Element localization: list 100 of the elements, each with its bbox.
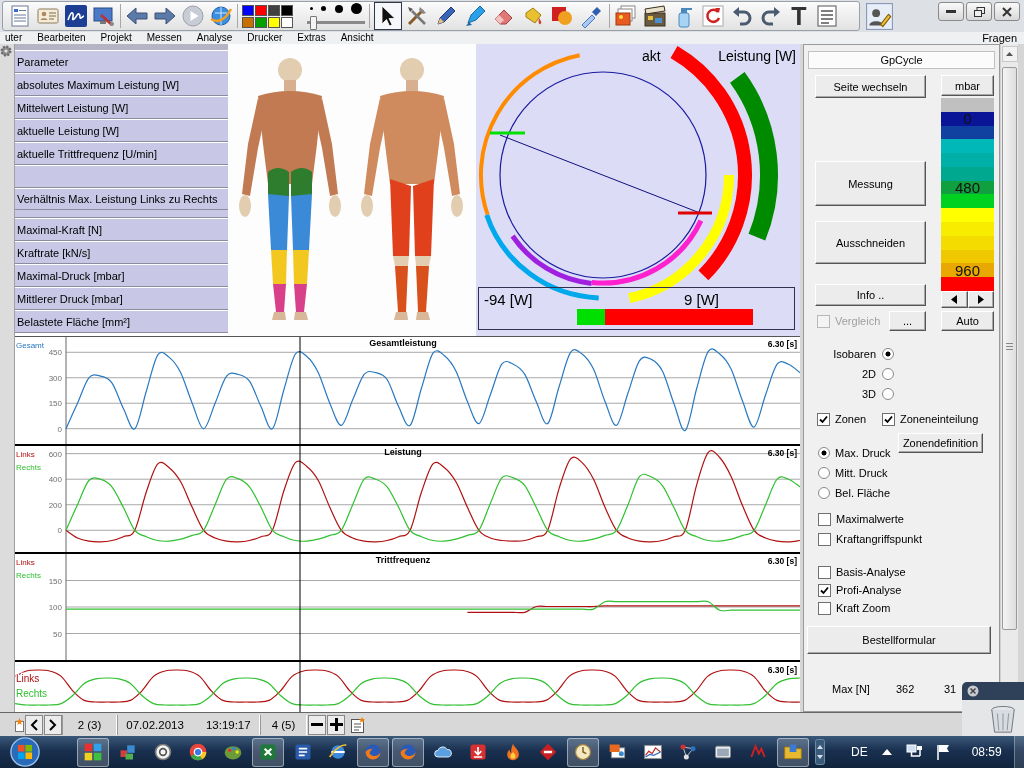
checkbox[interactable] <box>818 532 831 546</box>
clapperboard-icon[interactable] <box>643 4 667 28</box>
previous-button[interactable] <box>25 714 43 735</box>
menu-item[interactable]: uter <box>5 32 23 44</box>
flag-icon[interactable] <box>935 744 950 760</box>
line-width-dot-icon[interactable] <box>351 3 362 14</box>
color-swatch[interactable] <box>242 16 254 28</box>
slider-thumb[interactable] <box>309 15 317 30</box>
radio-label: 2D <box>861 368 876 380</box>
checkbox[interactable] <box>882 412 895 426</box>
refresh-icon[interactable] <box>701 4 725 28</box>
radio-button[interactable] <box>818 467 830 479</box>
tool-button[interactable] <box>374 2 402 30</box>
radio-button[interactable] <box>818 447 830 459</box>
minus-button[interactable] <box>308 714 326 735</box>
globe-icon[interactable] <box>209 4 233 28</box>
color-swatch[interactable] <box>268 16 280 28</box>
parameter-cell: Belastete Fläche [mm²] <box>15 310 228 333</box>
restore-button[interactable] <box>966 2 992 21</box>
show-desktop-button[interactable] <box>1014 736 1024 768</box>
clock-time[interactable]: 08:59 <box>971 745 1002 759</box>
line-width-dot-icon[interactable] <box>334 4 343 13</box>
menu-item[interactable]: Drucker <box>247 32 283 44</box>
panel-title: GpCycle <box>808 51 995 69</box>
document-lines-icon[interactable] <box>815 4 839 28</box>
y-tick-label: 400 <box>48 475 62 485</box>
gear-icon[interactable] <box>0 45 12 57</box>
menu-item[interactable]: Projekt <box>100 32 132 44</box>
scrollbar-thumb[interactable] <box>1002 67 1017 630</box>
legend-label: Links <box>16 450 35 459</box>
chart-title: Gesamtleistung <box>369 338 437 348</box>
line-width-dot-icon[interactable] <box>321 6 327 11</box>
measure-button[interactable]: Messung <box>815 161 926 206</box>
menu-item[interactable]: Extras <box>297 32 326 44</box>
color-swatch[interactable] <box>255 4 267 16</box>
menu-item[interactable]: Fragen <box>982 32 1017 44</box>
y-tick-label: 100 <box>48 603 62 612</box>
chevron-right-icon <box>49 718 57 731</box>
forward-arrow-icon[interactable] <box>153 4 177 28</box>
parameter-cell: aktuelle Leistung [W] <box>15 119 228 142</box>
radio-button[interactable] <box>818 487 830 499</box>
unit-button[interactable]: mbar <box>941 75 994 96</box>
taskbar-button[interactable] <box>567 737 599 767</box>
start-orb-icon[interactable] <box>8 737 42 767</box>
back-arrow-icon[interactable] <box>125 4 149 28</box>
recycle-bin-icon[interactable] <box>990 706 1016 734</box>
next-button[interactable] <box>44 714 62 735</box>
checkbox[interactable] <box>817 412 830 426</box>
radio-button[interactable] <box>882 348 894 360</box>
zone-definition-button[interactable]: Zonendefinition <box>898 433 983 453</box>
signature-icon[interactable] <box>64 4 88 28</box>
scale-right-button[interactable] <box>967 291 994 308</box>
plus-button[interactable] <box>327 714 345 735</box>
order-form-button[interactable]: Bestellformular <box>807 626 991 654</box>
page-button[interactable]: Seite wechseln <box>815 75 926 98</box>
checkbox[interactable] <box>818 565 831 579</box>
scale-label: 0 <box>963 112 972 126</box>
color-swatch[interactable] <box>242 4 254 16</box>
auto-button[interactable]: Auto <box>941 311 994 331</box>
star-page-icon[interactable] <box>15 717 24 732</box>
play-icon[interactable] <box>181 4 205 28</box>
monitor-icon[interactable] <box>92 4 116 28</box>
radio-button[interactable] <box>882 368 894 380</box>
menu-item[interactable]: Bearbeiten <box>37 32 86 44</box>
more-button[interactable]: ... <box>889 311 926 331</box>
info-button[interactable]: Info .. <box>815 284 926 306</box>
close-button[interactable] <box>994 2 1020 21</box>
minus-icon <box>311 723 323 726</box>
color-swatch[interactable] <box>255 16 267 28</box>
document-list-icon[interactable] <box>8 4 32 28</box>
swirl-globe-icon <box>363 742 383 762</box>
color-swatch[interactable] <box>281 16 293 28</box>
text-tool-button[interactable]: T <box>788 3 810 29</box>
stacked-pictures-icon[interactable] <box>614 4 638 28</box>
menu-item[interactable]: Messen <box>146 32 182 44</box>
close-icon[interactable] <box>967 685 979 697</box>
y-tick-label: 200 <box>48 500 62 510</box>
scroll-arrows-icon[interactable] <box>815 739 825 765</box>
minimize-button[interactable] <box>938 2 964 21</box>
scale-label: 960 <box>955 263 980 277</box>
menu-item[interactable]: Ansicht <box>340 32 374 44</box>
scrollbar[interactable] <box>1000 44 1018 682</box>
language-indicator[interactable]: DE <box>851 745 868 759</box>
radio-button[interactable] <box>882 388 894 400</box>
checkbox[interactable] <box>818 583 831 597</box>
cut-button[interactable]: Ausschneiden <box>815 221 926 264</box>
person-pen-icon[interactable] <box>866 2 893 30</box>
radio-label: 3D <box>861 388 876 400</box>
checkbox[interactable] <box>818 512 831 526</box>
swirl-globe-icon <box>398 742 418 762</box>
menu-item[interactable]: Analyse <box>196 32 233 44</box>
scroll-up-button[interactable] <box>1001 46 1018 62</box>
chevron-up-icon[interactable] <box>881 749 892 755</box>
checkbox[interactable] <box>818 601 831 615</box>
taskbar-button[interactable] <box>252 737 284 767</box>
scale-left-button[interactable] <box>941 291 968 308</box>
network-icon[interactable] <box>905 744 922 760</box>
color-swatch[interactable] <box>281 4 293 16</box>
line-width-dot-icon[interactable] <box>310 7 313 10</box>
color-swatch[interactable] <box>268 4 280 16</box>
